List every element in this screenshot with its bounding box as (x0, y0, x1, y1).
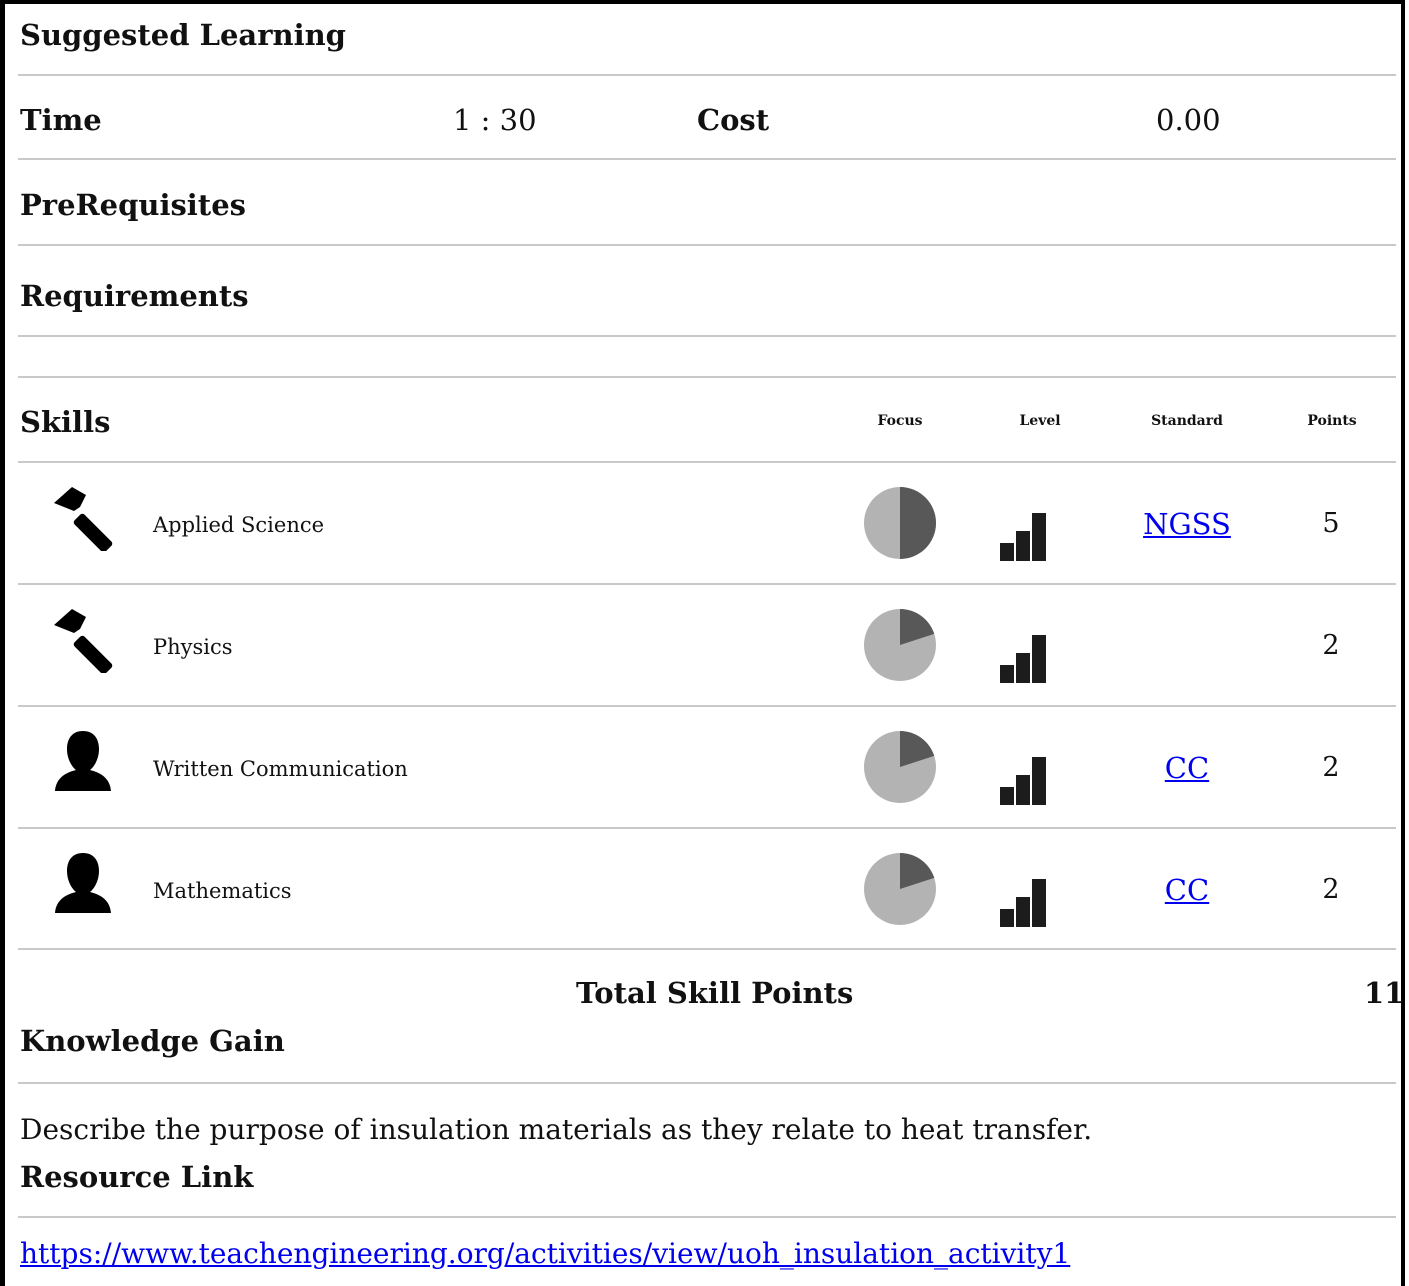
person-icon (52, 729, 114, 795)
divider (18, 74, 1396, 76)
level-bar-1 (1000, 787, 1014, 805)
focus-pie-chart (863, 851, 939, 929)
knowledge-gain-label: Knowledge Gain (20, 1024, 285, 1058)
skills-label: Skills (20, 405, 111, 439)
level-bar-2 (1016, 775, 1030, 805)
divider (18, 1216, 1396, 1218)
points-column-header: Points (1307, 413, 1357, 429)
hammer-icon (50, 485, 116, 551)
prerequisites-label: PreRequisites (20, 188, 246, 222)
focus-pie-slice (900, 487, 936, 559)
focus-column-header: Focus (877, 413, 923, 429)
divider (18, 1082, 1396, 1084)
focus-pie-chart (863, 729, 939, 807)
skill-points: 2 (1322, 630, 1340, 661)
level-bar-1 (1000, 543, 1014, 561)
knowledge-description: Describe the purpose of insulation mater… (20, 1113, 1093, 1146)
standard-link[interactable]: NGSS (1107, 507, 1267, 541)
level-bar-3 (1032, 757, 1046, 805)
resource-link[interactable]: https://www.teachengineering.org/activit… (20, 1237, 1070, 1270)
total-skill-points-label: Total Skill Points (576, 976, 854, 1010)
skill-row: Written Communication CC 2 (0, 707, 1405, 827)
divider (18, 158, 1396, 160)
level-bar-2 (1016, 653, 1030, 683)
standard-link[interactable]: CC (1107, 751, 1267, 785)
skill-row: Physics 2 (0, 585, 1405, 705)
time-value: 1 : 30 (453, 103, 537, 137)
standard-link[interactable]: CC (1107, 873, 1267, 907)
level-column-header: Level (1019, 413, 1061, 429)
divider (18, 948, 1396, 950)
section-title: Suggested Learning (20, 18, 346, 52)
focus-pie-chart (863, 485, 939, 563)
level-bars-icon (1000, 513, 1050, 561)
skill-name: Mathematics (153, 879, 292, 903)
level-bar-2 (1016, 531, 1030, 561)
level-bar-1 (1000, 665, 1014, 683)
level-bar-1 (1000, 909, 1014, 927)
cost-value: 0.00 (1156, 103, 1221, 137)
skill-points: 5 (1322, 508, 1340, 539)
level-bar-3 (1032, 635, 1046, 683)
time-label: Time (20, 103, 102, 137)
total-skill-points-value: 11 (1364, 976, 1405, 1010)
skill-name: Physics (153, 635, 233, 659)
level-bars-icon (1000, 757, 1050, 805)
skill-row: Mathematics CC 2 (0, 829, 1405, 949)
level-bars-icon (1000, 635, 1050, 683)
divider (18, 244, 1396, 246)
level-bars-icon (1000, 879, 1050, 927)
resource-link-label: Resource Link (20, 1160, 254, 1194)
level-bar-2 (1016, 897, 1030, 927)
skill-row: Applied Science NGSS 5 (0, 463, 1405, 583)
skill-name: Written Communication (153, 757, 408, 781)
skill-name: Applied Science (153, 513, 325, 537)
skill-points: 2 (1322, 874, 1340, 905)
cost-label: Cost (697, 103, 770, 137)
requirements-label: Requirements (20, 279, 249, 313)
level-bar-3 (1032, 513, 1046, 561)
divider (18, 376, 1396, 378)
level-bar-3 (1032, 879, 1046, 927)
person-icon (52, 851, 114, 917)
divider (18, 335, 1396, 337)
skill-points: 2 (1322, 752, 1340, 783)
hammer-icon (50, 607, 116, 673)
standard-column-header: Standard (1151, 413, 1223, 429)
focus-pie-chart (863, 607, 939, 685)
